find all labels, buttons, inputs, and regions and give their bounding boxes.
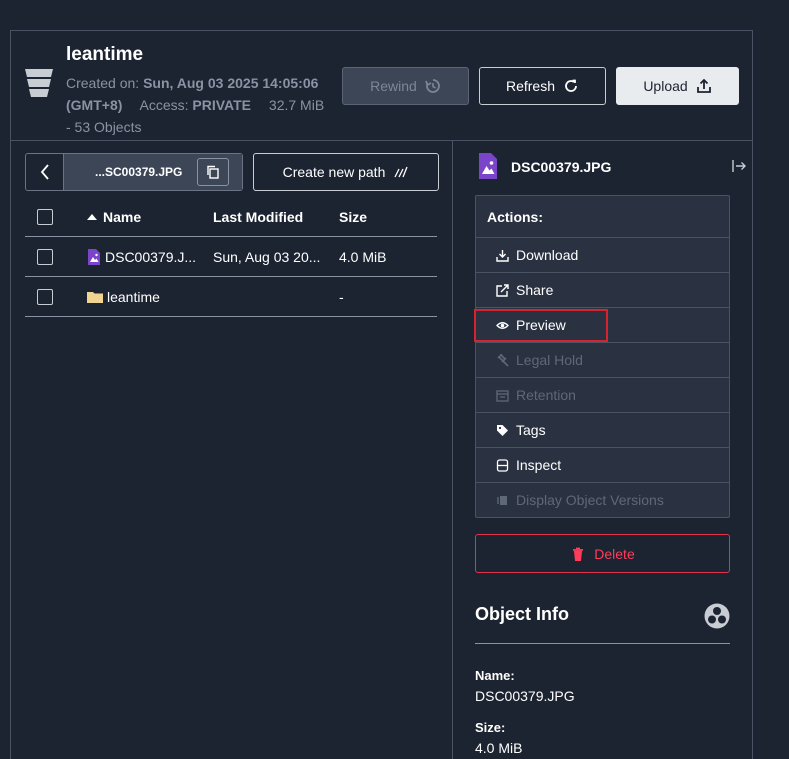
object-info-title: Object Info — [475, 604, 569, 624]
upload-label: Upload — [643, 78, 688, 94]
refresh-label: Refresh — [505, 78, 556, 94]
select-all-checkbox[interactable] — [37, 209, 53, 225]
action-label: Inspect — [516, 457, 562, 473]
actions-panel: Actions: Download Share Preview Legal Ho… — [475, 195, 730, 518]
access-label: Access: — [139, 97, 189, 113]
panel-divider — [452, 141, 453, 759]
path-bar: ...SC00379.JPG — [25, 153, 243, 191]
collapse-panel-icon[interactable] — [731, 158, 747, 174]
object-browser-page: leantime Created on: Sun, Aug 03 2025 14… — [0, 0, 789, 759]
action-legal-hold[interactable]: Legal Hold — [476, 343, 729, 378]
chevron-left-icon — [40, 164, 49, 180]
row-name[interactable]: DSC00379.J... — [87, 237, 196, 277]
gavel-icon — [497, 354, 509, 367]
rewind-button[interactable]: Rewind — [342, 67, 469, 105]
current-path-text: ...SC00379.JPG — [95, 165, 183, 179]
bucket-icon — [25, 69, 53, 97]
row-name-text: leantime — [107, 289, 160, 305]
rewind-label: Rewind — [370, 78, 417, 94]
object-details-header: DSC00379.JPG — [475, 151, 747, 183]
upload-button[interactable]: Upload — [616, 67, 739, 105]
info-size-label: Size: — [475, 720, 506, 735]
tag-icon — [497, 425, 508, 436]
table-row[interactable]: leantime - — [25, 277, 437, 317]
copy-path-button[interactable] — [197, 158, 229, 186]
preview-highlight-box — [474, 309, 608, 342]
created-label: Created on: — [66, 75, 140, 91]
image-file-icon — [479, 153, 497, 179]
row-modified: Sun, Aug 03 20... — [213, 249, 321, 265]
row-checkbox[interactable] — [37, 289, 53, 305]
object-info-icon — [704, 603, 730, 629]
history-icon — [425, 79, 440, 93]
delete-button[interactable]: Delete — [475, 534, 730, 573]
created-value: Sun, Aug 03 2025 14:05:06 — [143, 75, 319, 91]
download-icon — [496, 250, 509, 262]
column-name-label: Name — [103, 209, 142, 225]
action-tags[interactable]: Tags — [476, 413, 729, 448]
versions-icon — [497, 496, 507, 505]
folder-icon — [87, 292, 103, 303]
action-label: Display Object Versions — [516, 492, 664, 508]
sort-up-icon — [87, 214, 97, 220]
object-count: - 53 Objects — [66, 119, 142, 135]
access-value: PRIVATE — [192, 97, 252, 113]
row-size: 4.0 MiB — [339, 249, 387, 265]
column-last-modified[interactable]: Last Modified — [213, 197, 303, 237]
action-label: Tags — [516, 422, 546, 438]
refresh-icon — [565, 79, 577, 92]
table-row[interactable]: DSC00379.J... Sun, Aug 03 20... 4.0 MiB — [25, 237, 437, 277]
delete-label: Delete — [594, 545, 635, 562]
timezone: (GMT+8) — [66, 97, 123, 113]
action-label: Retention — [516, 387, 576, 403]
create-new-path-button[interactable]: Create new path — [253, 153, 439, 191]
bucket-size: 32.7 MiB — [268, 97, 325, 113]
action-display-object-versions[interactable]: Display Object Versions — [476, 483, 729, 518]
image-file-icon — [88, 249, 100, 265]
row-name-text: DSC00379.J... — [105, 249, 197, 265]
row-name[interactable]: leantime — [87, 277, 160, 317]
action-inspect[interactable]: Inspect — [476, 448, 729, 483]
object-filename: DSC00379.JPG — [511, 159, 612, 175]
action-share[interactable]: Share — [476, 273, 729, 308]
column-name[interactable]: Name — [87, 197, 141, 237]
info-name-value: DSC00379.JPG — [475, 688, 575, 704]
bucket-title: leantime — [66, 44, 144, 65]
share-icon — [496, 284, 509, 297]
upload-icon — [696, 78, 711, 93]
column-size[interactable]: Size — [339, 197, 367, 237]
action-label: Legal Hold — [516, 352, 583, 368]
table-header: Name Last Modified Size — [25, 197, 437, 237]
info-size-value: 4.0 MiB — [475, 740, 523, 756]
refresh-button[interactable]: Refresh — [479, 67, 606, 105]
action-label: Share — [516, 282, 554, 298]
actions-title: Actions: — [476, 196, 729, 238]
retention-icon — [496, 390, 509, 402]
row-checkbox[interactable] — [37, 249, 53, 265]
new-path-icon — [394, 166, 408, 178]
copy-icon — [207, 165, 219, 179]
action-download[interactable]: Download — [476, 238, 729, 273]
back-button[interactable] — [26, 154, 64, 190]
action-label: Download — [516, 247, 579, 263]
create-new-path-label: Create new path — [282, 164, 386, 180]
trash-icon — [573, 547, 584, 561]
file-table: Name Last Modified Size DSC00379.J... Su… — [25, 197, 437, 317]
info-name-label: Name: — [475, 668, 515, 683]
bucket-meta: Created on: Sun, Aug 03 2025 14:05:06 (G… — [66, 72, 346, 138]
object-info-divider — [475, 643, 730, 644]
action-retention[interactable]: Retention — [476, 378, 729, 413]
inspect-icon — [496, 459, 509, 472]
row-size: - — [339, 289, 344, 305]
